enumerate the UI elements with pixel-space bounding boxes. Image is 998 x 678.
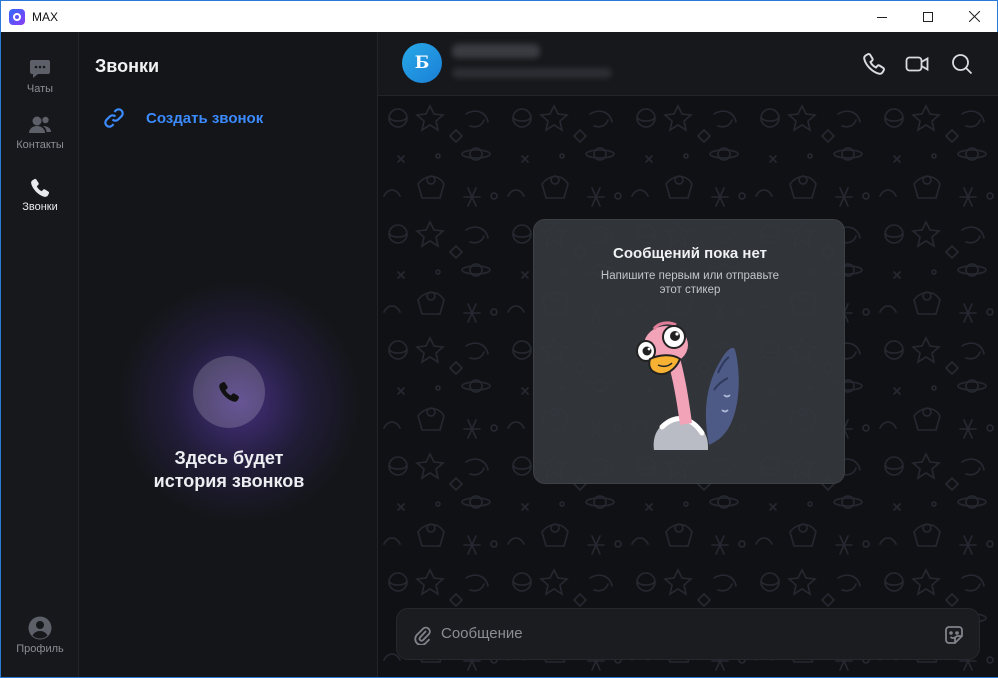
message-input[interactable] (441, 625, 921, 642)
empty-chat-title: Сообщений пока нет (613, 245, 767, 262)
nav-label-profile: Профиль (16, 643, 64, 655)
nav-label-contacts: Контакты (16, 139, 64, 151)
video-camera-icon (905, 56, 929, 72)
empty-chat-subtitle: Напишите первым или отправьте этот стике… (570, 269, 810, 297)
search-button[interactable] (950, 52, 974, 76)
calls-panel: Звонки Создать звонок Здесь будет истори… (79, 32, 378, 677)
window-title: MAX (32, 9, 59, 24)
contact-status-blurred (452, 68, 612, 78)
chat-area: Б Сообщений пока нет Напишите первым или… (378, 32, 998, 677)
nav-rail: Чаты Контакты Звонки Профиль (1, 32, 79, 677)
contacts-icon (29, 116, 51, 133)
phone-icon (31, 178, 50, 197)
nav-item-profile[interactable]: Профиль (1, 616, 79, 655)
maximize-button[interactable] (905, 1, 951, 32)
avatar[interactable]: Б (402, 43, 442, 83)
nav-item-chats[interactable]: Чаты (1, 58, 79, 95)
nav-item-contacts[interactable]: Контакты (1, 114, 79, 151)
empty-chat-card: Сообщений пока нет Напишите первым или о… (533, 219, 845, 484)
create-call-label: Создать звонок (146, 109, 264, 127)
empty-chat-subtitle-line2: этот стикер (659, 284, 721, 296)
nav-label-calls: Звонки (22, 201, 58, 213)
empty-calls-text: Здесь будет история звонков (119, 447, 339, 493)
app-window: MAX Чаты Контакты Звонки Профиль Звонки … (0, 0, 998, 678)
message-composer (396, 608, 980, 660)
sticker-icon[interactable] (943, 624, 965, 646)
close-button[interactable] (951, 1, 997, 32)
nav-item-calls[interactable]: Звонки (1, 178, 79, 213)
app-logo-icon (9, 8, 25, 25)
audio-call-button[interactable] (862, 52, 886, 76)
empty-calls-line2: история звонков (153, 471, 305, 491)
chat-bubble-icon (30, 60, 50, 78)
empty-calls-phone-icon (193, 356, 265, 428)
page-title: Звонки (95, 56, 160, 76)
minimize-button[interactable] (859, 1, 905, 32)
phone-icon (863, 53, 885, 75)
search-icon (952, 54, 973, 75)
contact-name-blurred (452, 44, 540, 58)
nav-label-chats: Чаты (26, 83, 54, 95)
profile-icon (28, 616, 52, 640)
empty-chat-subtitle-line1: Напишите первым или отправьте (600, 270, 780, 282)
paperclip-icon[interactable] (413, 625, 433, 645)
title-bar: MAX (1, 1, 997, 32)
ostrich-sticker[interactable] (614, 315, 744, 450)
link-icon (104, 108, 124, 128)
chat-header: Б (378, 32, 998, 96)
phone-icon (219, 382, 239, 402)
video-call-button[interactable] (905, 52, 929, 76)
create-call-button[interactable]: Создать звонок (103, 107, 263, 129)
empty-calls-line1: Здесь будет (174, 448, 284, 468)
